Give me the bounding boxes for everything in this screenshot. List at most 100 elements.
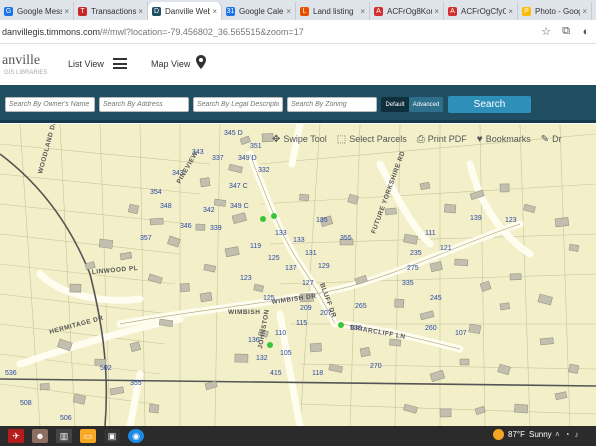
browser-tab[interactable]: T Transactions × <box>74 2 148 20</box>
parcel-number[interactable]: 133 <box>275 230 287 237</box>
parcel-number[interactable]: 339 <box>210 225 222 232</box>
print-pdf-button[interactable]: ⎙ Print PDF <box>415 134 469 145</box>
parcel-number[interactable]: 137 <box>285 265 297 272</box>
volume-icon[interactable]: ♪ <box>575 430 579 439</box>
parcel-number[interactable]: 346 <box>180 223 192 230</box>
store-icon[interactable]: ▣ <box>104 429 120 443</box>
parcel-number[interactable]: 245 <box>430 295 442 302</box>
close-icon[interactable]: × <box>286 7 291 16</box>
map-canvas[interactable]: 345 D343337351349 D343 332347 C342349 C34… <box>0 124 596 426</box>
parcel-number[interactable]: 139 <box>470 215 482 222</box>
parcel-number[interactable]: 209 <box>300 305 312 312</box>
default-toggle[interactable]: Default <box>381 97 409 112</box>
extensions-icon[interactable]: ⧉ <box>556 25 576 38</box>
parcel-number[interactable]: 349 C <box>230 203 249 210</box>
app-icon-2[interactable]: ☻ <box>32 429 48 443</box>
close-icon[interactable]: × <box>434 7 439 16</box>
parcel-number[interactable]: 131 <box>305 250 317 257</box>
parcel-number[interactable]: 354 <box>150 189 162 196</box>
parcel-number[interactable]: 351 <box>250 143 262 150</box>
network-icon[interactable]: ◔ <box>565 430 570 439</box>
search-button[interactable]: Search <box>448 96 531 113</box>
parcel-number[interactable]: 115 <box>296 320 307 327</box>
parcel-number[interactable]: 118 <box>312 370 323 377</box>
star-icon[interactable]: ☆ <box>536 25 556 38</box>
parcel-number[interactable]: 270 <box>370 363 382 370</box>
parcel-number[interactable]: 337 <box>212 155 224 162</box>
map-marker[interactable] <box>267 342 273 348</box>
parcel-number[interactable]: 506 <box>60 415 72 422</box>
parcel-number[interactable]: 355 <box>340 235 352 242</box>
parcel-number[interactable]: 508 <box>20 400 32 407</box>
address-search-input[interactable] <box>99 97 189 112</box>
parcel-number[interactable]: 123 <box>240 275 252 282</box>
parcel-number[interactable]: 265 <box>355 303 367 310</box>
parcel-number[interactable]: 125 <box>268 255 280 262</box>
parcel-number[interactable]: 335 <box>402 280 414 287</box>
browser-tab[interactable]: P Photo - Goog × <box>518 2 592 20</box>
parcel-number[interactable]: 332 <box>258 167 270 174</box>
parcel-number[interactable]: 348 <box>160 203 172 210</box>
parcel-number[interactable]: 107 <box>455 330 467 337</box>
close-icon[interactable]: × <box>360 7 365 16</box>
browser-tab[interactable]: L Land listing × <box>296 2 370 20</box>
parcel-number[interactable]: 111 <box>425 230 436 237</box>
parcel-number[interactable]: 105 <box>280 350 292 357</box>
app-icon-1[interactable]: ✈ <box>8 429 24 443</box>
task-view-icon[interactable]: ▥ <box>56 429 72 443</box>
legal-search-input[interactable] <box>193 97 283 112</box>
parcel-number[interactable]: 133 <box>293 237 305 244</box>
map-view-link[interactable]: Map View <box>151 59 190 69</box>
parcel-number[interactable]: 355 <box>130 380 142 387</box>
weather-widget[interactable]: 87°F Sunny <box>493 429 552 440</box>
parcel-number[interactable]: 119 <box>250 243 261 250</box>
map-marker[interactable] <box>260 216 266 222</box>
select-parcels-button[interactable]: ⬚ Select Parcels <box>335 134 409 145</box>
parcel-number[interactable]: 345 D <box>224 130 243 137</box>
advanced-toggle[interactable]: Advanced <box>409 97 443 112</box>
close-icon[interactable]: × <box>508 7 513 16</box>
chrome-icon[interactable]: ◉ <box>128 429 144 443</box>
file-explorer-icon[interactable]: ▭ <box>80 429 96 443</box>
parcel-map[interactable]: 345 D 343 337 351 349 D 343 332 347 C 342 349 C 34… <box>0 124 596 426</box>
close-icon[interactable]: × <box>138 7 143 16</box>
browser-tab[interactable]: D Danville Web × <box>148 2 222 20</box>
parcel-number[interactable]: 275 <box>407 265 419 272</box>
parcel-number[interactable]: 235 <box>410 250 422 257</box>
parcel-number[interactable]: 347 C <box>229 183 248 190</box>
parcel-number[interactable]: 349 D <box>238 155 257 162</box>
swipe-tool-button[interactable]: ✥ Swipe Tool <box>270 134 329 145</box>
close-icon[interactable]: × <box>212 7 217 16</box>
parcel-number[interactable]: 502 <box>100 365 112 372</box>
parcel-number[interactable]: 135 <box>316 217 328 224</box>
browser-tab[interactable]: 31 Google Calen × <box>222 2 296 20</box>
parcel-number[interactable]: 536 <box>5 370 17 377</box>
bookmarks-button[interactable]: ♥ Bookmarks <box>475 134 533 145</box>
parcel-number[interactable]: 260 <box>425 325 437 332</box>
parcel-number[interactable]: 342 <box>203 207 215 214</box>
parcel-number[interactable]: 110 <box>275 330 286 337</box>
parcel-number[interactable]: 415 <box>270 370 282 377</box>
parcel-number[interactable]: 129 <box>318 263 330 270</box>
profile-icon[interactable]: ◐ <box>576 26 596 38</box>
zoning-search-input[interactable] <box>287 97 377 112</box>
browser-tab[interactable]: G Google Messa× <box>0 2 74 20</box>
browser-tab[interactable]: A ACFrOg8Kou × <box>370 2 444 20</box>
map-marker[interactable] <box>271 213 277 219</box>
parcel-number[interactable]: 121 <box>440 245 452 252</box>
browser-tab[interactable]: A ACFrOgCfyCt × <box>444 2 518 20</box>
close-icon[interactable]: × <box>582 7 587 16</box>
list-view-link[interactable]: List View <box>68 59 104 69</box>
list-icon[interactable] <box>113 58 127 69</box>
map-pin-icon[interactable] <box>196 55 206 69</box>
parcel-number[interactable]: 132 <box>256 355 268 362</box>
owner-search-input[interactable] <box>5 97 95 112</box>
parcel-number[interactable]: 357 <box>140 235 152 242</box>
draw-button[interactable]: ✎ Dr <box>539 134 564 145</box>
map-marker[interactable] <box>338 322 344 328</box>
parcel-number[interactable]: 123 <box>505 217 517 224</box>
url-field[interactable]: danvillegis.timmons.com/#/mwl?location=-… <box>2 27 536 37</box>
chevron-up-icon[interactable]: ˄ <box>555 430 560 439</box>
close-icon[interactable]: × <box>64 7 69 16</box>
parcel-number[interactable]: 127 <box>302 280 314 287</box>
